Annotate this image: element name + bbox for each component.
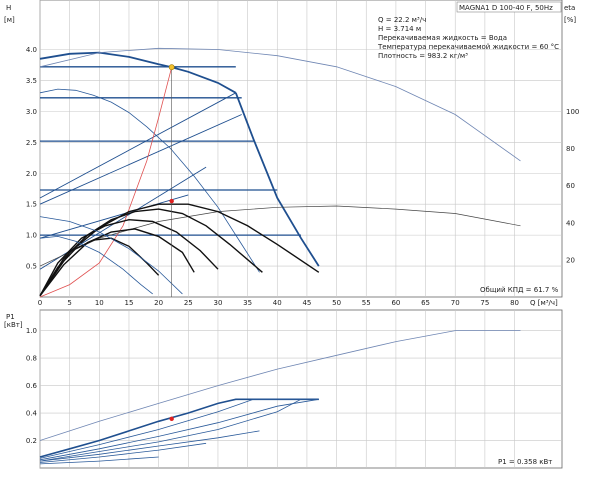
y-tick-label-power: 1.0 — [26, 327, 37, 335]
y-tick-label-head: 2.5 — [26, 139, 37, 147]
y-tick-label-head: 1.0 — [26, 232, 37, 240]
eta-curve-line — [39, 205, 521, 267]
pump-curve-chart: 0 5 10 15 20 25 30 35 40 45 50 55 60 65 70 75 80 0.5 1.0 1.… — [0, 0, 600, 474]
y-tick-label-power: 0.6 — [26, 382, 38, 390]
y-tick-label-head: 3.5 — [26, 77, 37, 85]
y-axis-label-power: P1 — [6, 313, 15, 321]
info-density: Плотность = 983.2 кг/м³ — [378, 52, 468, 60]
y-tick-label-eta: 100 — [566, 108, 579, 116]
x-tick-label: 80 — [510, 299, 519, 307]
y-tick-label-head: 4.0 — [26, 46, 37, 54]
y-axis-label-head: H — [6, 4, 11, 12]
y-axis-unit-power: [кВт] — [4, 321, 23, 329]
tick-labels: 0 5 10 15 20 25 30 35 40 45 50 55 60 65 70 75 80 0.5 1.0 1.… — [26, 46, 580, 445]
y-axis-label-eta: eta — [564, 4, 575, 12]
x-tick-label: 25 — [184, 299, 193, 307]
eta-point-marker — [169, 198, 174, 204]
x-tick-label: 75 — [480, 299, 489, 307]
y-tick-label-power: 0.8 — [26, 355, 37, 363]
small-curve-line — [39, 216, 183, 295]
y-tick-label-eta: 80 — [566, 145, 575, 153]
y-tick-label-eta: 60 — [566, 182, 575, 190]
y-axis-unit-eta: [%] — [564, 16, 576, 24]
power-grid — [39, 310, 562, 468]
y-tick-label-head: 0.5 — [26, 263, 37, 271]
y-tick-label-head: 3.0 — [26, 108, 37, 116]
x-tick-label: 5 — [67, 299, 71, 307]
x-tick-label: 35 — [243, 299, 252, 307]
x-tick-label: 40 — [273, 299, 282, 307]
x-tick-label: 55 — [362, 299, 371, 307]
y-tick-label-head: 2.0 — [26, 170, 37, 178]
info-liquid: Перекачиваемая жидкость = Вода — [378, 34, 507, 42]
info-flow: Q = 22.2 м³/ч — [378, 16, 426, 24]
x-tick-label: 65 — [421, 299, 430, 307]
chart-canvas: 0 5 10 15 20 25 30 35 40 45 50 55 60 65 70 75 80 0.5 1.0 1.… — [4, 0, 580, 469]
x-axis-label: Q [м³/ч] — [530, 299, 558, 307]
y-tick-label-power: 0.4 — [26, 410, 38, 418]
power-point-marker — [169, 416, 174, 422]
power-curve-line — [39, 430, 260, 462]
x-tick-label: 0 — [38, 299, 42, 307]
eta-bold-line — [39, 208, 263, 297]
x-tick-label: 70 — [451, 299, 460, 307]
y-axis-unit-head: [м] — [4, 16, 15, 24]
x-tick-label: 10 — [95, 299, 104, 307]
prop-pressure-line — [39, 114, 242, 205]
eta-max-line — [39, 47, 521, 162]
y-tick-label-power: 0.2 — [26, 437, 37, 445]
x-tick-label: 30 — [213, 299, 222, 307]
info-head: H = 3.714 м — [378, 25, 421, 33]
info-temperature: Температура перекачиваемой жидкости = 60… — [377, 43, 559, 51]
system-curve-line — [39, 67, 173, 298]
y-tick-label-head: 1.5 — [26, 201, 37, 209]
x-tick-label: 50 — [332, 299, 341, 307]
efficiency-note: Общий КПД = 61.7 % — [480, 286, 559, 294]
head-series — [39, 47, 521, 298]
x-tick-label: 20 — [154, 299, 163, 307]
chart-title: MAGNA1 D 100-40 F, 50Hz — [459, 4, 553, 12]
power-curve-line — [39, 398, 302, 462]
duty-point-marker — [168, 64, 175, 71]
prop-pressure-line — [39, 166, 207, 270]
y-tick-label-eta: 40 — [566, 219, 575, 227]
power-note: P1 = 0.358 кВт — [498, 458, 552, 466]
power-plot-frame — [39, 309, 563, 469]
x-tick-label: 60 — [391, 299, 400, 307]
x-tick-label: 45 — [302, 299, 311, 307]
power-series — [39, 330, 521, 465]
x-tick-label: 15 — [125, 299, 134, 307]
y-tick-label-eta: 20 — [566, 256, 575, 264]
